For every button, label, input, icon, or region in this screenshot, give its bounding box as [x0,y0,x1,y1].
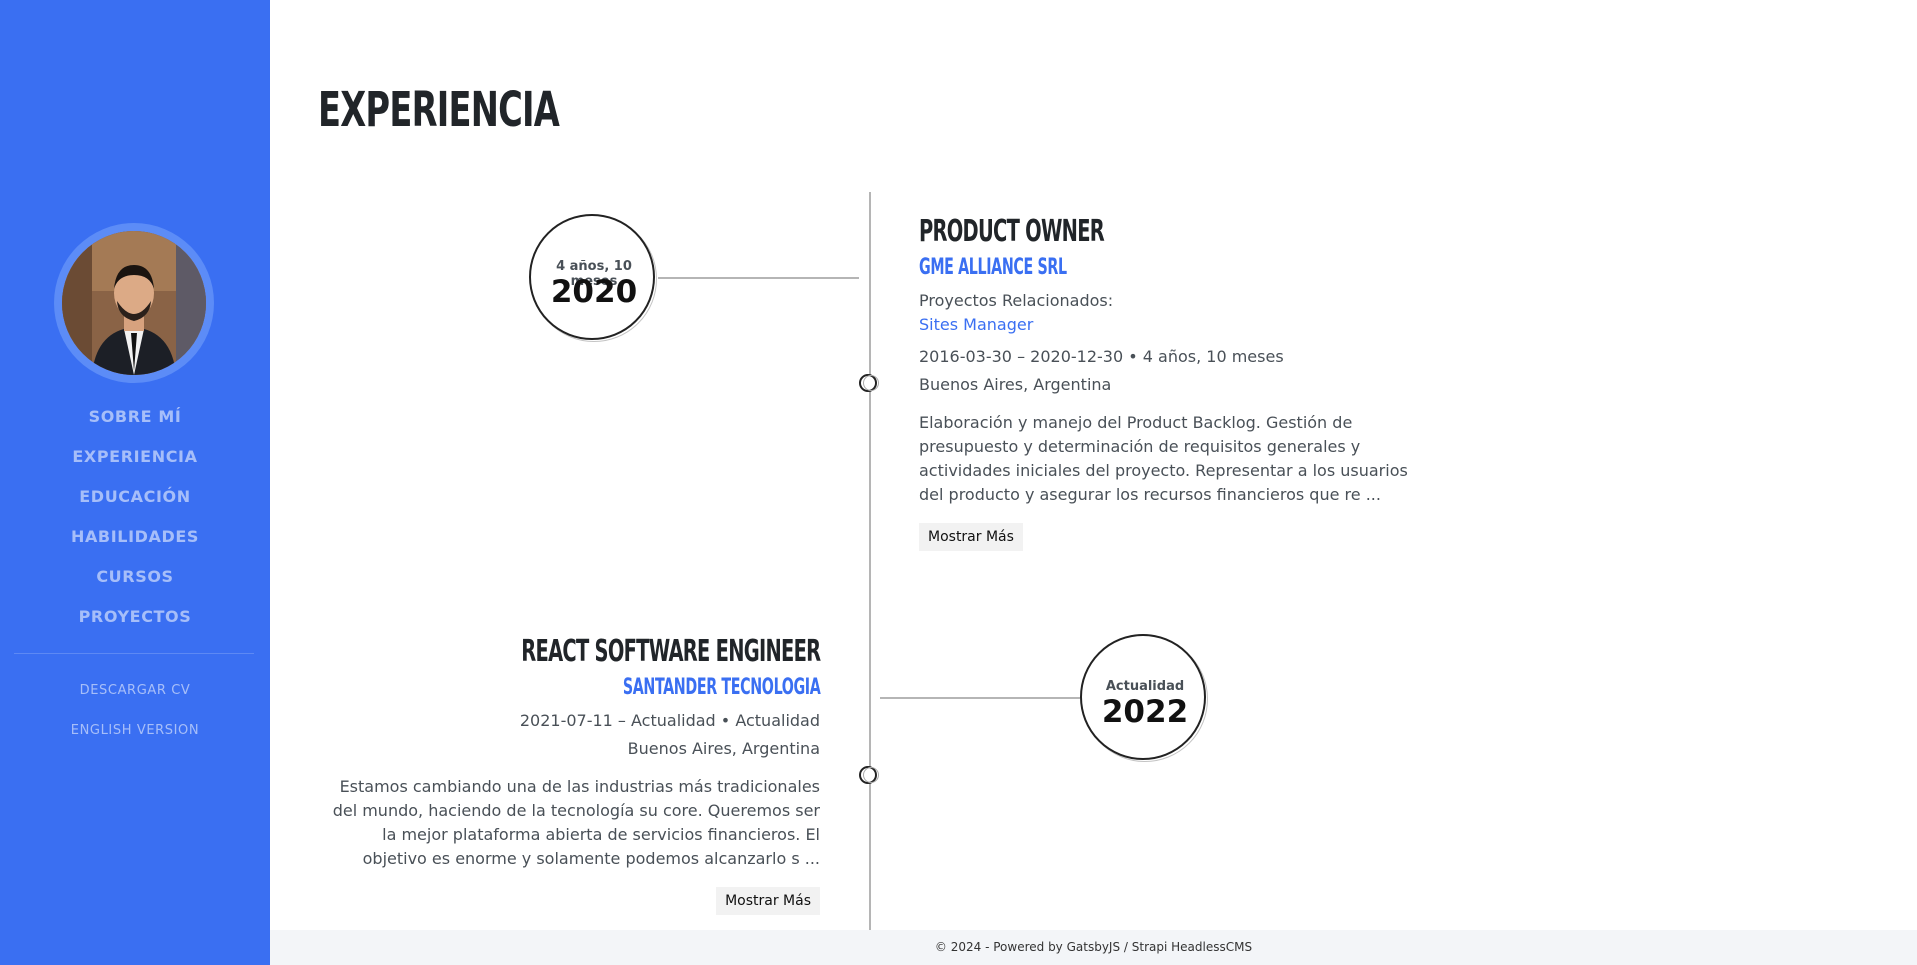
job-location: Buenos Aires, Argentina [627,739,820,758]
sidebar-divider [14,653,254,654]
job-location: Buenos Aires, Argentina [919,375,1112,394]
timeline-line [869,192,871,930]
job-description: Estamos cambiando una de las industrias … [332,777,820,868]
nav-item-proyectos: PROYECTOS [0,603,270,643]
job-role: PRODUCT OWNER [919,214,1105,249]
year-label: 2020 [550,274,638,310]
nav-link-habilidades[interactable]: HABILIDADES [71,527,199,546]
year-badge: 4 años, 10 meses 2020 [529,214,657,342]
related-projects-label: Proyectos Relacionados: [919,291,1114,310]
timeline-dot [859,766,879,786]
year-label: 2022 [1101,694,1189,730]
english-version-link[interactable]: ENGLISH VERSION [0,723,270,738]
avatar-ring [54,223,214,383]
sidebar: SOBRE MÍ EXPERIENCIA EDUCACIÓN HABILIDAD… [0,0,270,965]
nav-link-cursos[interactable]: CURSOS [96,567,173,586]
nav-link-experiencia[interactable]: EXPERIENCIA [72,447,197,466]
experience-entry: REACT SOFTWARE ENGINEER SANTANDER TECNOL… [320,633,821,915]
nav-link-proyectos[interactable]: PROYECTOS [79,607,192,626]
timeline-connector [658,277,859,279]
timeline-dot [859,374,879,394]
show-more-button[interactable]: Mostrar Más [919,523,1023,551]
avatar-photo [62,231,206,375]
job-dates: 2016-03-30 – 2020-12-30 • 4 años, 10 mes… [919,347,1284,366]
page-title: EXPERIENCIA [318,82,560,138]
year-badge: Actualidad 2022 [1080,634,1208,762]
nav-link-sobre-mi[interactable]: SOBRE MÍ [89,407,182,426]
job-company: GME ALLIANCE SRL [919,255,1067,280]
nav-item-experiencia: EXPERIENCIA [0,443,270,483]
avatar [62,231,206,375]
nav-link-educacion[interactable]: EDUCACIÓN [79,487,190,506]
sidebar-nav: SOBRE MÍ EXPERIENCIA EDUCACIÓN HABILIDAD… [0,403,270,643]
job-description: Elaboración y manejo del Product Backlog… [919,413,1408,504]
job-role: REACT SOFTWARE ENGINEER [520,634,821,669]
nav-item-sobre-mi: SOBRE MÍ [0,403,270,443]
footer-text: © 2024 - Powered by GatsbyJS / Strapi He… [934,940,1253,954]
nav-item-educacion: EDUCACIÓN [0,483,270,523]
nav-item-cursos: CURSOS [0,563,270,603]
experience-entry: PRODUCT OWNER GME ALLIANCE SRL Proyectos… [919,213,1419,551]
nav-item-habilidades: HABILIDADES [0,523,270,563]
job-dates: 2021-07-11 – Actualidad • Actualidad [519,711,820,730]
footer: © 2024 - Powered by GatsbyJS / Strapi He… [270,930,1917,965]
job-company: SANTANDER TECNOLOGIA [622,675,820,700]
duration-label: Actualidad [1105,679,1185,694]
related-project-link[interactable]: Sites Manager [919,313,1419,337]
show-more-button[interactable]: Mostrar Más [716,887,820,915]
download-cv-link[interactable]: DESCARGAR CV [0,683,270,698]
timeline-connector [880,697,1080,699]
